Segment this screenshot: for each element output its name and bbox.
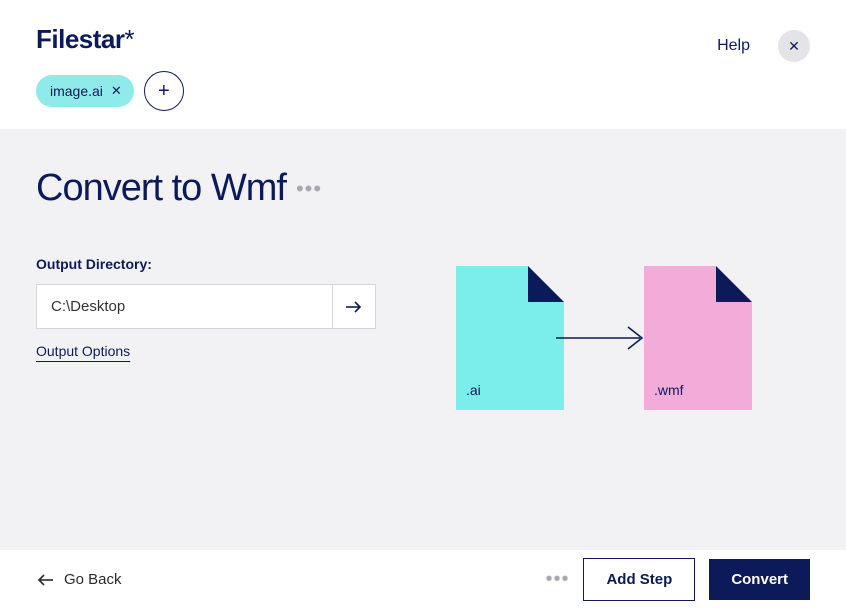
conversion-diagram: .ai .wmf [456,256,752,410]
footer-right: ••• Add Step Convert [545,558,810,601]
help-link[interactable]: Help [717,37,750,55]
arrow-left-icon [36,573,54,587]
add-file-button[interactable]: + [144,71,184,111]
remove-file-icon[interactable]: ✕ [111,83,122,99]
output-section: Output Directory: Output Options [36,256,376,410]
header: Filestar* image.ai ✕ + Help ✕ [0,0,846,129]
go-back-button[interactable]: Go Back [36,571,122,588]
header-left: Filestar* image.ai ✕ + [36,24,184,111]
footer: Go Back ••• Add Step Convert [0,549,846,609]
target-ext-label: .wmf [654,382,684,398]
file-chip-label: image.ai [50,83,103,99]
conversion-arrow [554,323,654,353]
add-step-button[interactable]: Add Step [583,558,695,601]
go-back-label: Go Back [64,571,122,588]
output-options-link[interactable]: Output Options [36,343,130,359]
page-title: Convert to Wmf [36,167,286,210]
output-input-row [36,284,376,329]
logo-star: * [125,24,135,54]
main-area: Convert to Wmf ••• Output Directory: Out… [0,129,846,549]
header-right: Help ✕ [717,24,810,62]
output-dir-label: Output Directory: [36,256,376,272]
title-more-icon[interactable]: ••• [296,178,322,200]
content-row: Output Directory: Output Options .ai [36,256,810,410]
target-file-icon: .wmf [644,266,752,410]
browse-button[interactable] [332,284,376,329]
close-button[interactable]: ✕ [778,30,810,62]
footer-more-icon[interactable]: ••• [545,568,569,591]
logo-name: Filestar [36,24,125,54]
close-icon: ✕ [788,38,800,55]
title-row: Convert to Wmf ••• [36,167,810,210]
file-chip[interactable]: image.ai ✕ [36,75,134,107]
source-ext-label: .ai [466,382,481,398]
output-dir-input[interactable] [36,284,332,329]
source-file-icon: .ai [456,266,564,410]
arrow-right-icon [345,300,363,314]
file-chips: image.ai ✕ + [36,71,184,111]
convert-button[interactable]: Convert [709,559,810,600]
arrow-right-icon [554,323,654,353]
logo: Filestar* [36,24,184,55]
